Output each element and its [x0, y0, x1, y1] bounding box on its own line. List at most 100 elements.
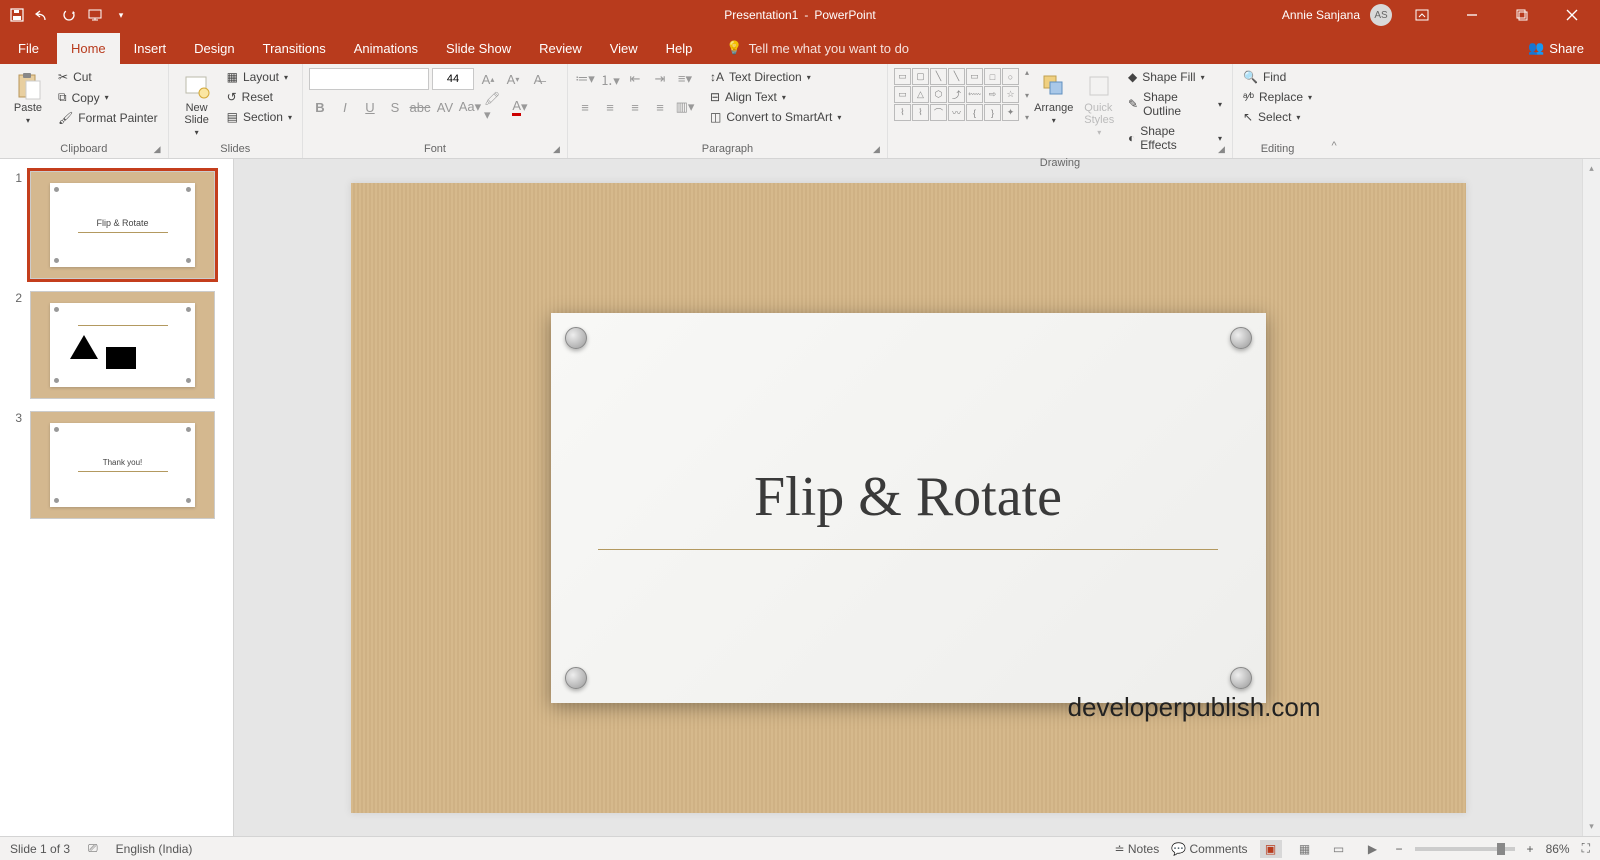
tab-help[interactable]: Help	[652, 33, 707, 64]
slide-title[interactable]: Flip & Rotate	[754, 465, 1062, 529]
strikethrough-icon[interactable]: abc	[409, 96, 431, 118]
italic-icon[interactable]: I	[334, 96, 356, 118]
shadow-icon[interactable]: S	[384, 96, 406, 118]
customize-qat-icon[interactable]: ▾	[112, 6, 130, 24]
tab-transitions[interactable]: Transitions	[249, 33, 340, 64]
increase-font-icon[interactable]: A▴	[477, 68, 499, 90]
shapes-down-icon[interactable]: ▾	[1025, 91, 1029, 100]
paste-button[interactable]: Paste ▾	[6, 68, 50, 125]
scroll-up-icon[interactable]: ▴	[1589, 163, 1594, 174]
line-spacing-icon[interactable]: ≡▾	[674, 68, 696, 90]
replace-button[interactable]: ᵃ⁄ᵇReplace▾	[1239, 88, 1316, 106]
comments-button[interactable]: 💬 Comments	[1171, 842, 1247, 856]
copy-button[interactable]: ⧉Copy▾	[54, 88, 162, 107]
ribbon-display-options-icon[interactable]	[1402, 0, 1442, 30]
collapse-ribbon-icon[interactable]: ^	[1322, 64, 1346, 158]
shape-outline-button[interactable]: ✎Shape Outline▾	[1124, 88, 1226, 120]
paragraph-launcher-icon[interactable]: ◢	[873, 144, 885, 156]
align-right-icon[interactable]: ≡	[624, 96, 646, 118]
slide-thumbnail-2[interactable]	[30, 291, 215, 399]
reading-view-icon[interactable]: ▭	[1328, 840, 1350, 858]
font-name-input[interactable]	[309, 68, 429, 90]
zoom-out-icon[interactable]: −	[1396, 842, 1403, 856]
tab-file[interactable]: File	[0, 33, 57, 64]
zoom-level[interactable]: 86%	[1546, 842, 1570, 856]
font-size-input[interactable]	[432, 68, 474, 90]
slideshow-view-icon[interactable]: ▶	[1362, 840, 1384, 858]
redo-icon[interactable]	[60, 6, 78, 24]
slide-thumbnail-1[interactable]: Flip & Rotate	[30, 171, 215, 279]
shapes-up-icon[interactable]: ▴	[1025, 68, 1029, 77]
tab-animations[interactable]: Animations	[340, 33, 432, 64]
new-slide-button[interactable]: New Slide ▾	[175, 68, 219, 137]
share-button[interactable]: 👥 Share	[1512, 32, 1600, 64]
cut-button[interactable]: ✂Cut	[54, 68, 162, 86]
start-from-beginning-icon[interactable]	[86, 6, 104, 24]
tab-design[interactable]: Design	[180, 33, 248, 64]
align-text-button[interactable]: ⊟Align Text▾	[706, 88, 845, 106]
underline-icon[interactable]: U	[359, 96, 381, 118]
language[interactable]: English (India)	[116, 842, 193, 856]
align-left-icon[interactable]: ≡	[574, 96, 596, 118]
undo-icon[interactable]	[34, 6, 52, 24]
tell-me[interactable]: 💡 Tell me what you want to do	[726, 40, 909, 64]
shape-effects-button[interactable]: ◐Shape Effects▾	[1124, 122, 1226, 154]
reset-icon: ↺	[227, 90, 237, 104]
font-color-icon[interactable]: A▾	[509, 96, 531, 118]
sorter-view-icon[interactable]: ▦	[1294, 840, 1316, 858]
slide-thumbnail-3[interactable]: Thank you!	[30, 411, 215, 519]
close-icon[interactable]	[1552, 0, 1592, 30]
decrease-indent-icon[interactable]: ⇤	[624, 68, 646, 90]
new-slide-icon	[183, 72, 211, 100]
quick-styles-button[interactable]: Quick Styles ▾	[1079, 68, 1121, 137]
zoom-in-icon[interactable]: +	[1527, 842, 1534, 856]
change-case-icon[interactable]: Aa▾	[459, 96, 481, 118]
clipboard-launcher-icon[interactable]: ◢	[154, 144, 166, 156]
scroll-down-icon[interactable]: ▾	[1589, 821, 1594, 832]
layout-button[interactable]: ▦Layout▾	[223, 68, 296, 86]
spacing-icon[interactable]: AV	[434, 96, 456, 118]
slide-canvas[interactable]: Flip & Rotate developerpublish.com	[351, 183, 1466, 813]
find-button[interactable]: 🔍Find	[1239, 68, 1316, 86]
reset-button[interactable]: ↺Reset	[223, 88, 296, 106]
bullets-icon[interactable]: ≔▾	[574, 68, 596, 90]
tab-slideshow[interactable]: Slide Show	[432, 33, 525, 64]
save-icon[interactable]	[8, 6, 26, 24]
section-button[interactable]: ▤Section▾	[223, 108, 296, 126]
tab-home[interactable]: Home	[57, 33, 120, 64]
select-button[interactable]: ↖Select▾	[1239, 108, 1316, 126]
smartart-icon: ◫	[710, 110, 721, 124]
arrange-button[interactable]: Arrange ▾	[1033, 68, 1075, 125]
tab-insert[interactable]: Insert	[120, 33, 181, 64]
zoom-slider[interactable]	[1415, 847, 1515, 851]
font-launcher-icon[interactable]: ◢	[553, 144, 565, 156]
user-avatar[interactable]: AS	[1370, 4, 1392, 26]
format-painter-button[interactable]: 🖌Format Painter	[54, 109, 162, 127]
minimize-icon[interactable]	[1452, 0, 1492, 30]
tab-review[interactable]: Review	[525, 33, 596, 64]
tab-view[interactable]: View	[596, 33, 652, 64]
shapes-gallery[interactable]: ▭▢╲╲▭□○ ▭△⬡⤴⬳⇨☆ ⌇⌇⌒〰{}✦	[894, 68, 1019, 121]
align-center-icon[interactable]: ≡	[599, 96, 621, 118]
normal-view-icon[interactable]: ▣	[1260, 840, 1282, 858]
drawing-launcher-icon[interactable]: ◢	[1218, 144, 1230, 156]
accessibility-icon[interactable]: ⎚	[88, 841, 98, 856]
clear-formatting-icon[interactable]: A̶	[527, 68, 549, 90]
numbering-icon[interactable]: ⒈▾	[599, 68, 621, 90]
slide-counter[interactable]: Slide 1 of 3	[10, 842, 70, 856]
maximize-icon[interactable]	[1502, 0, 1542, 30]
bold-icon[interactable]: B	[309, 96, 331, 118]
highlight-icon[interactable]: 🖍▾	[484, 96, 506, 118]
columns-icon[interactable]: ▥▾	[674, 96, 696, 118]
user-name[interactable]: Annie Sanjana	[1282, 8, 1360, 22]
shape-fill-button[interactable]: ◆Shape Fill▾	[1124, 68, 1226, 86]
notes-button[interactable]: ≐ Notes	[1114, 842, 1159, 856]
vertical-scrollbar[interactable]: ▴ ▾	[1582, 159, 1600, 836]
increase-indent-icon[interactable]: ⇥	[649, 68, 671, 90]
smartart-button[interactable]: ◫Convert to SmartArt▾	[706, 108, 845, 126]
fit-to-window-icon[interactable]: ⛶	[1582, 841, 1590, 856]
text-direction-button[interactable]: ↕AText Direction▾	[706, 68, 845, 86]
justify-icon[interactable]: ≡	[649, 96, 671, 118]
decrease-font-icon[interactable]: A▾	[502, 68, 524, 90]
shapes-more-icon[interactable]: ▾	[1025, 113, 1029, 122]
